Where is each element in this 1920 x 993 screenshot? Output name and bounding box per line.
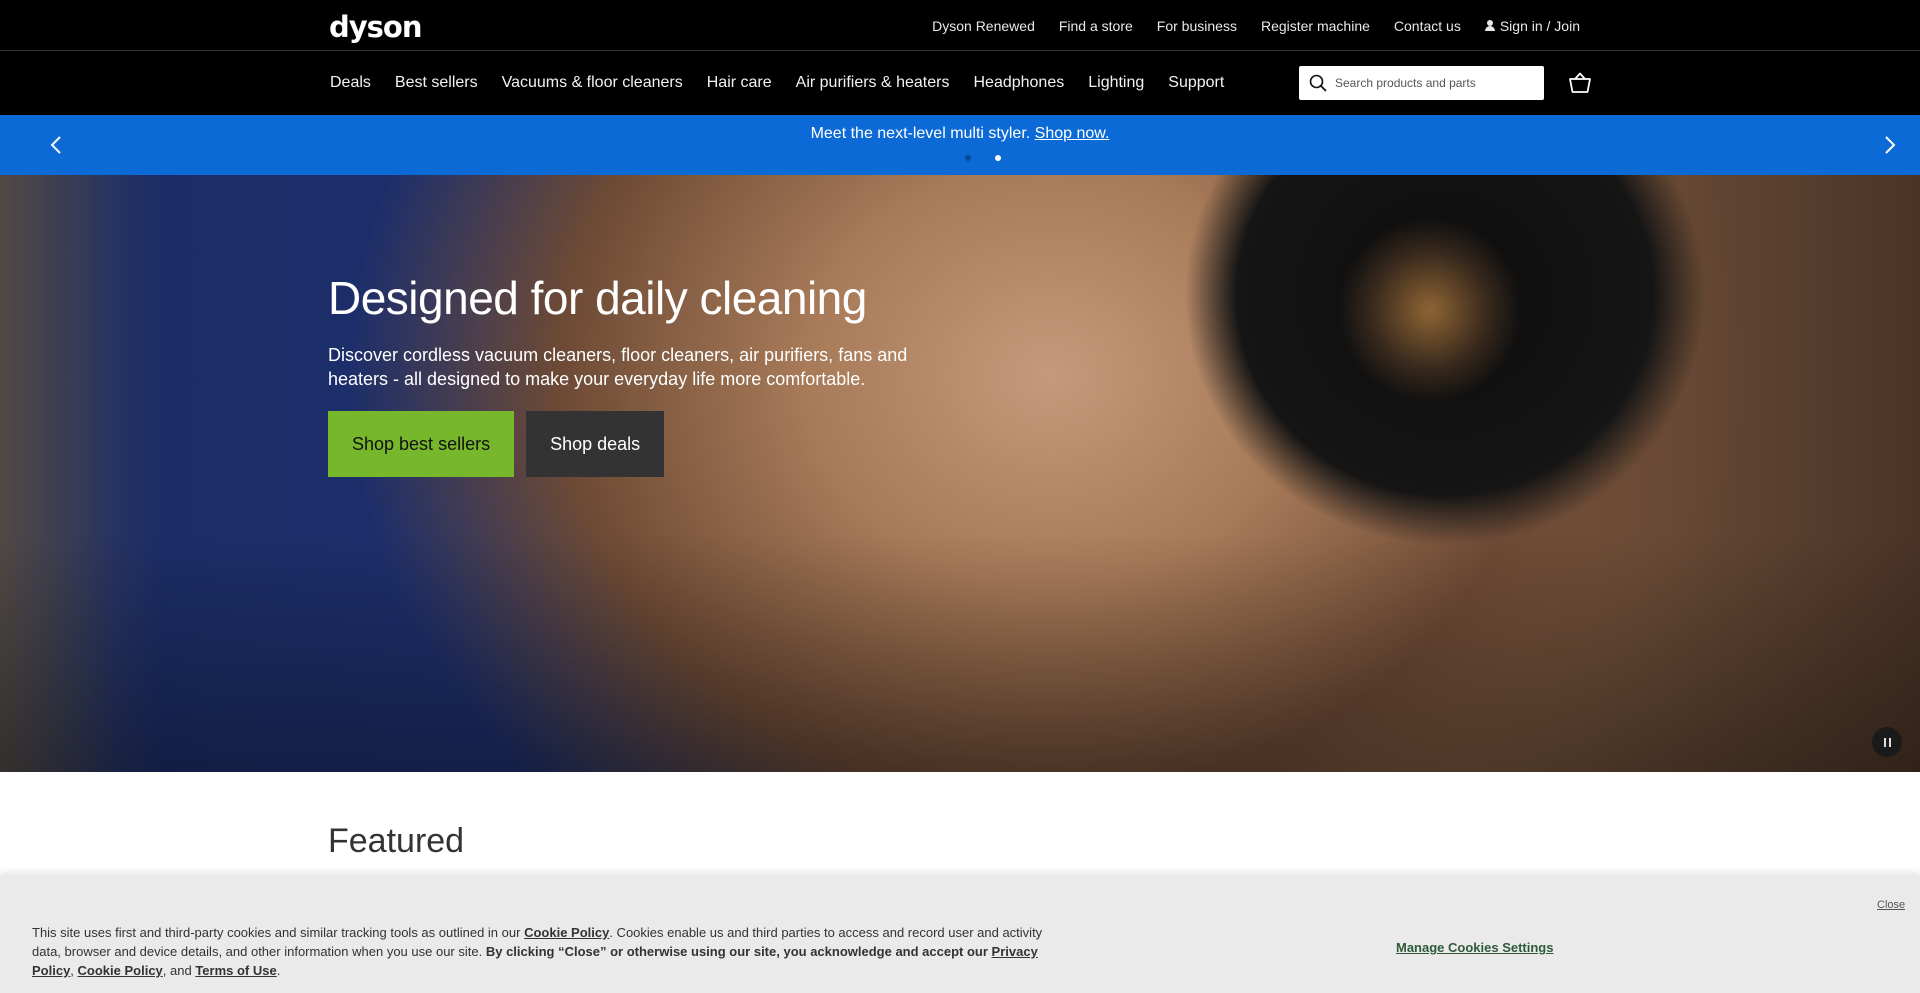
- search-input[interactable]: [1335, 76, 1535, 90]
- promo-dot-1[interactable]: [965, 155, 971, 161]
- promo-message: Meet the next-level multi styler. Shop n…: [0, 125, 1920, 143]
- promo-text: Meet the next-level multi styler.: [810, 125, 1031, 142]
- main-navigation: Deals Best sellers Vacuums & floor clean…: [0, 51, 1920, 115]
- chevron-right-icon: [1885, 136, 1896, 154]
- cookie-text-and: , and: [162, 963, 192, 978]
- search-icon: [1309, 74, 1327, 92]
- nav-menu: Deals Best sellers Vacuums & floor clean…: [330, 51, 1224, 115]
- pause-video-button[interactable]: [1872, 727, 1902, 757]
- promo-dot-2[interactable]: [995, 155, 1001, 161]
- promo-shop-now-link[interactable]: Shop now.: [1035, 125, 1110, 142]
- shop-deals-button[interactable]: Shop deals: [526, 411, 665, 477]
- nav-item-headphones[interactable]: Headphones: [973, 74, 1064, 92]
- nav-item-air-purifiers[interactable]: Air purifiers & heaters: [796, 74, 950, 92]
- promo-next-button[interactable]: [1878, 133, 1902, 157]
- link-for-business[interactable]: For business: [1157, 18, 1237, 34]
- link-dyson-renewed[interactable]: Dyson Renewed: [932, 18, 1035, 34]
- sign-in-link[interactable]: Sign in / Join: [1484, 17, 1580, 34]
- hero-description: Discover cordless vacuum cleaners, floor…: [328, 345, 908, 389]
- utility-links: Dyson Renewed Find a store For business …: [932, 0, 1580, 51]
- basket-icon[interactable]: [1568, 72, 1592, 94]
- nav-item-support[interactable]: Support: [1168, 74, 1224, 92]
- dyson-logo[interactable]: dyson: [329, 10, 422, 44]
- pause-icon-bar: [1888, 737, 1891, 747]
- cookie-banner: Close This site uses first and third-par…: [0, 875, 1920, 993]
- utility-bar: dyson Dyson Renewed Find a store For bus…: [0, 0, 1920, 51]
- manage-cookies-link[interactable]: Manage Cookies Settings: [1396, 940, 1553, 955]
- link-find-a-store[interactable]: Find a store: [1059, 18, 1133, 34]
- nav-item-hair-care[interactable]: Hair care: [707, 74, 772, 92]
- cookie-close-link[interactable]: Close: [1877, 899, 1905, 911]
- terms-of-use-link[interactable]: Terms of Use: [195, 963, 276, 978]
- hero-content: Designed for daily cleaning Discover cor…: [328, 271, 948, 477]
- link-register-machine[interactable]: Register machine: [1261, 18, 1370, 34]
- link-contact-us[interactable]: Contact us: [1394, 18, 1461, 34]
- cookie-message: This site uses first and third-party coo…: [32, 925, 1043, 978]
- cookie-policy-link[interactable]: Cookie Policy: [524, 925, 609, 940]
- cookie-text-bold: By clicking “Close” or otherwise using o…: [485, 944, 988, 959]
- hero-banner: Designed for daily cleaning Discover cor…: [0, 175, 1920, 772]
- hero-product-display: [1340, 215, 1520, 405]
- pause-icon: [1883, 737, 1886, 747]
- featured-heading: Featured: [328, 822, 465, 860]
- nav-item-deals[interactable]: Deals: [330, 74, 371, 92]
- sign-in-label: Sign in / Join: [1499, 17, 1580, 34]
- hero-buttons: Shop best sellers Shop deals: [328, 411, 948, 477]
- cookie-text-1: This site uses first and third-party coo…: [32, 925, 521, 940]
- user-icon: [1484, 20, 1495, 31]
- shop-best-sellers-button[interactable]: Shop best sellers: [328, 411, 515, 477]
- nav-item-vacuums[interactable]: Vacuums & floor cleaners: [502, 74, 683, 92]
- nav-item-best-sellers[interactable]: Best sellers: [395, 74, 478, 92]
- cookie-policy-link-2[interactable]: Cookie Policy: [78, 963, 163, 978]
- hero-title: Designed for daily cleaning: [328, 272, 867, 324]
- search-box[interactable]: [1299, 66, 1544, 100]
- promo-pagination: [965, 155, 1001, 161]
- nav-item-lighting[interactable]: Lighting: [1088, 74, 1144, 92]
- promo-banner: Meet the next-level multi styler. Shop n…: [0, 115, 1920, 175]
